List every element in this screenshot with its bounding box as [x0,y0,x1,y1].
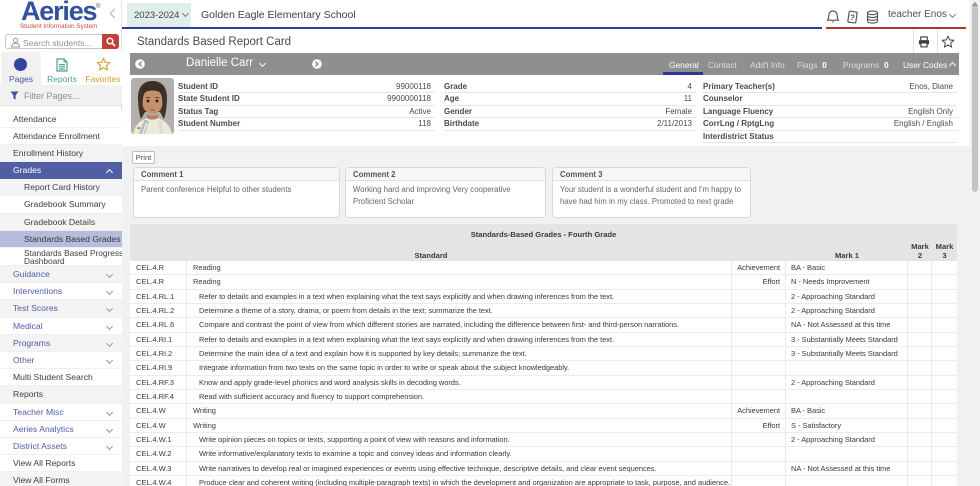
svg-text:?: ? [849,13,855,23]
